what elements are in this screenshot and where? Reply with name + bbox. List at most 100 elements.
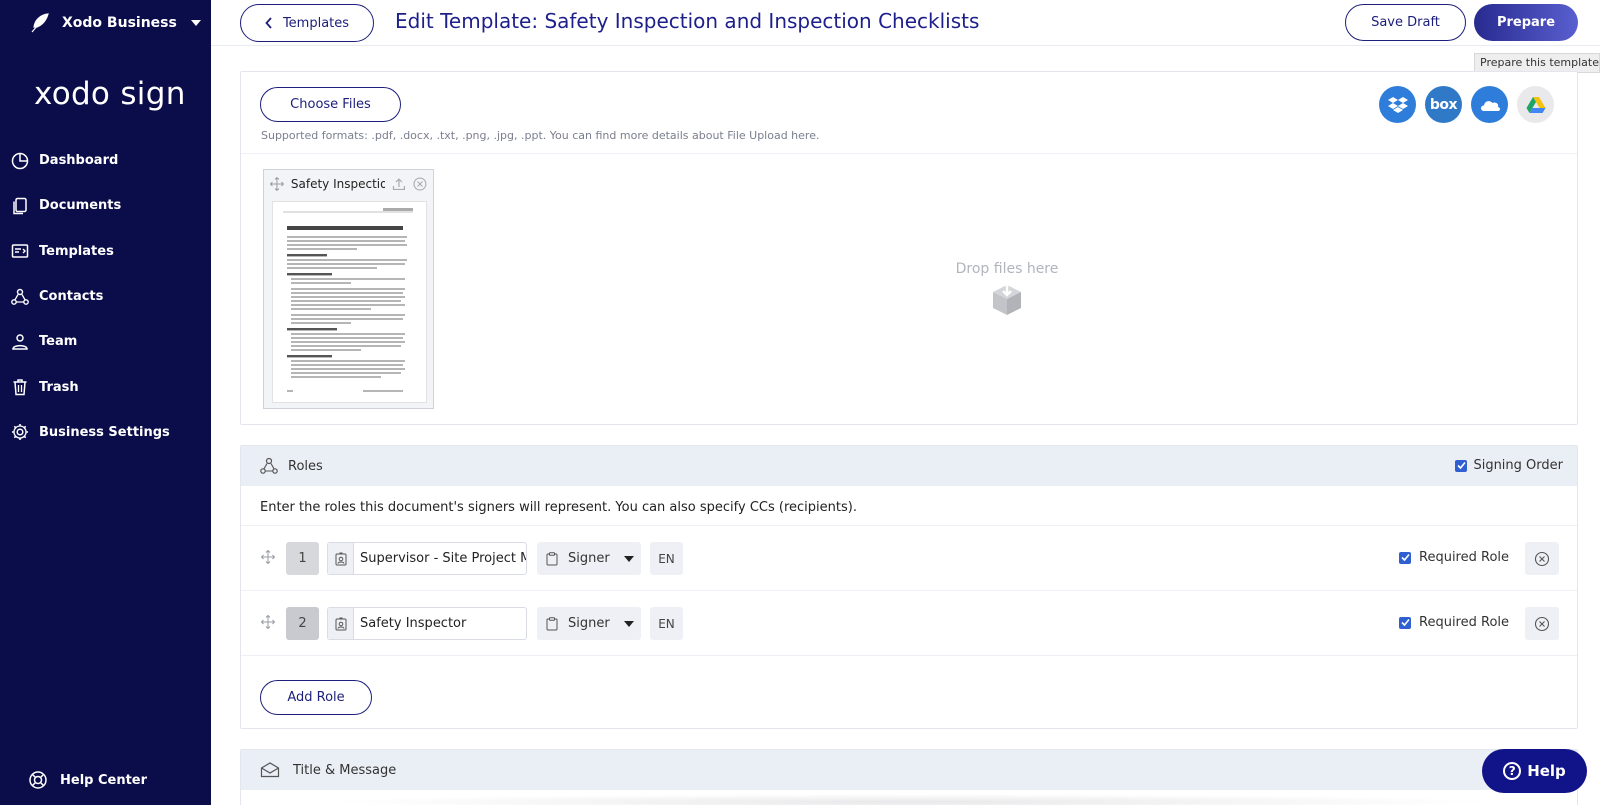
roles-section: Roles Signing Order Enter the roles this… <box>240 445 1578 729</box>
upload-section: Choose Files Supported formats: .pdf, .d… <box>240 71 1578 425</box>
file-name: Safety Inspectio… <box>290 177 386 191</box>
chevron-down-icon <box>623 620 634 627</box>
roles-icon <box>260 457 278 474</box>
required-role-checkbox[interactable] <box>1399 616 1411 629</box>
help-center-link[interactable]: Help Center <box>28 770 147 790</box>
required-role-label: Required Role <box>1419 550 1510 565</box>
gear-icon <box>12 424 28 441</box>
contacts-icon <box>11 288 29 305</box>
roles-title: Roles <box>288 458 323 474</box>
drag-handle-icon[interactable] <box>261 550 275 564</box>
uploaded-file-card[interactable]: Safety Inspectio… <box>263 169 434 409</box>
sidebar-item-label: Business Settings <box>39 424 170 440</box>
sidebar-item-label: Templates <box>39 243 114 259</box>
file-thumbnail <box>272 201 427 403</box>
back-button-label: Templates <box>282 15 350 31</box>
role-type-select[interactable]: Signer <box>537 542 641 575</box>
choose-files-button[interactable]: Choose Files <box>260 87 401 122</box>
dashboard-icon <box>11 152 29 169</box>
close-icon[interactable] <box>413 177 427 191</box>
role-row: 2 Signer EN Required Role <box>241 590 1577 656</box>
help-button-label: Help <box>1527 762 1566 780</box>
role-order-number: 1 <box>286 542 319 575</box>
chevron-down-icon <box>190 20 201 26</box>
signing-order-toggle[interactable]: Signing Order <box>1455 458 1563 473</box>
required-role-checkbox[interactable] <box>1399 551 1411 564</box>
check-icon <box>1400 618 1410 627</box>
prepare-button[interactable]: Prepare <box>1474 4 1578 41</box>
role-name-field <box>327 542 527 575</box>
sidebar-item-documents[interactable]: Documents <box>0 183 211 228</box>
dropbox-button[interactable] <box>1379 86 1416 123</box>
sidebar-item-team[interactable]: Team <box>0 319 211 364</box>
remove-role-button[interactable] <box>1525 607 1559 640</box>
drop-files-text: Drop files here <box>955 261 1059 277</box>
signing-order-label: Signing Order <box>1473 458 1563 473</box>
brand-logo: xodo sign <box>34 76 186 112</box>
chevron-down-icon <box>623 555 634 562</box>
role-name-input[interactable] <box>354 551 526 566</box>
signing-order-checkbox[interactable] <box>1455 459 1468 472</box>
role-type-value: Signer <box>568 551 610 566</box>
org-switcher[interactable]: Xodo Business <box>28 12 201 34</box>
team-icon <box>12 334 28 350</box>
box-button[interactable]: box <box>1425 86 1462 123</box>
divider <box>241 655 1577 656</box>
sidebar-item-label: Team <box>39 334 78 350</box>
documents-icon <box>13 197 27 215</box>
help-button[interactable]: ? Help <box>1482 749 1587 793</box>
check-icon <box>1457 461 1466 470</box>
role-type-value: Signer <box>568 616 610 631</box>
check-icon <box>1400 553 1410 562</box>
role-name-input[interactable] <box>354 616 526 631</box>
drag-handle-icon[interactable] <box>261 615 275 629</box>
remove-role-button[interactable] <box>1525 542 1559 575</box>
required-role-toggle[interactable]: Required Role <box>1399 550 1509 565</box>
drag-handle-icon[interactable] <box>270 177 284 191</box>
help-center-label: Help Center <box>60 772 148 788</box>
dropbox-icon <box>1387 96 1408 113</box>
lifebuoy-icon <box>29 771 47 789</box>
title-message-section: Title & Message <box>240 749 1578 805</box>
back-to-templates-button[interactable]: Templates <box>240 4 374 42</box>
sidebar-item-contacts[interactable]: Contacts <box>0 274 211 319</box>
supported-formats-text: Supported formats: .pdf, .docx, .txt, .p… <box>261 129 820 142</box>
id-badge-icon <box>328 608 354 639</box>
role-language-button[interactable]: EN <box>650 542 683 575</box>
role-language-button[interactable]: EN <box>650 607 683 640</box>
top-bar: Templates Edit Template: Safety Inspecti… <box>211 0 1600 46</box>
envelope-icon <box>260 762 280 778</box>
save-draft-button[interactable]: Save Draft <box>1345 4 1466 41</box>
role-name-field <box>327 607 527 640</box>
templates-icon <box>11 244 29 258</box>
google-drive-button[interactable] <box>1517 86 1554 123</box>
org-name: Xodo Business <box>62 15 177 31</box>
upload-icon[interactable] <box>392 177 406 191</box>
sidebar-item-trash[interactable]: Trash <box>0 364 211 409</box>
required-role-toggle[interactable]: Required Role <box>1399 615 1509 630</box>
sidebar: Xodo Business xodo sign Dashboard Docume… <box>0 0 211 805</box>
close-icon <box>1534 551 1550 566</box>
drop-zone[interactable]: Drop files here <box>437 154 1577 424</box>
sidebar-item-templates[interactable]: Templates <box>0 229 211 274</box>
sidebar-nav: Dashboard Documents Templates Contacts T… <box>0 138 211 455</box>
section-shadow <box>321 794 1501 805</box>
sidebar-item-label: Contacts <box>39 289 104 305</box>
sidebar-item-label: Trash <box>39 379 79 395</box>
google-drive-icon <box>1526 96 1545 113</box>
box-drop-icon <box>993 283 1021 315</box>
role-type-select[interactable]: Signer <box>537 607 641 640</box>
sidebar-item-dashboard[interactable]: Dashboard <box>0 138 211 183</box>
sidebar-item-business-settings[interactable]: Business Settings <box>0 410 211 455</box>
role-order-number: 2 <box>286 607 319 640</box>
trash-icon <box>13 379 27 396</box>
prepare-tooltip: Prepare this template <box>1474 53 1600 73</box>
required-role-label: Required Role <box>1419 615 1510 630</box>
add-role-button[interactable]: Add Role <box>260 680 372 715</box>
role-row: 1 Signer EN Required Role <box>241 525 1577 591</box>
clipboard-icon <box>546 616 558 630</box>
file-card-header: Safety Inspectio… <box>264 170 433 198</box>
onedrive-button[interactable] <box>1471 86 1508 123</box>
document-preview-image <box>273 202 426 402</box>
title-message-header[interactable]: Title & Message <box>241 750 1577 790</box>
